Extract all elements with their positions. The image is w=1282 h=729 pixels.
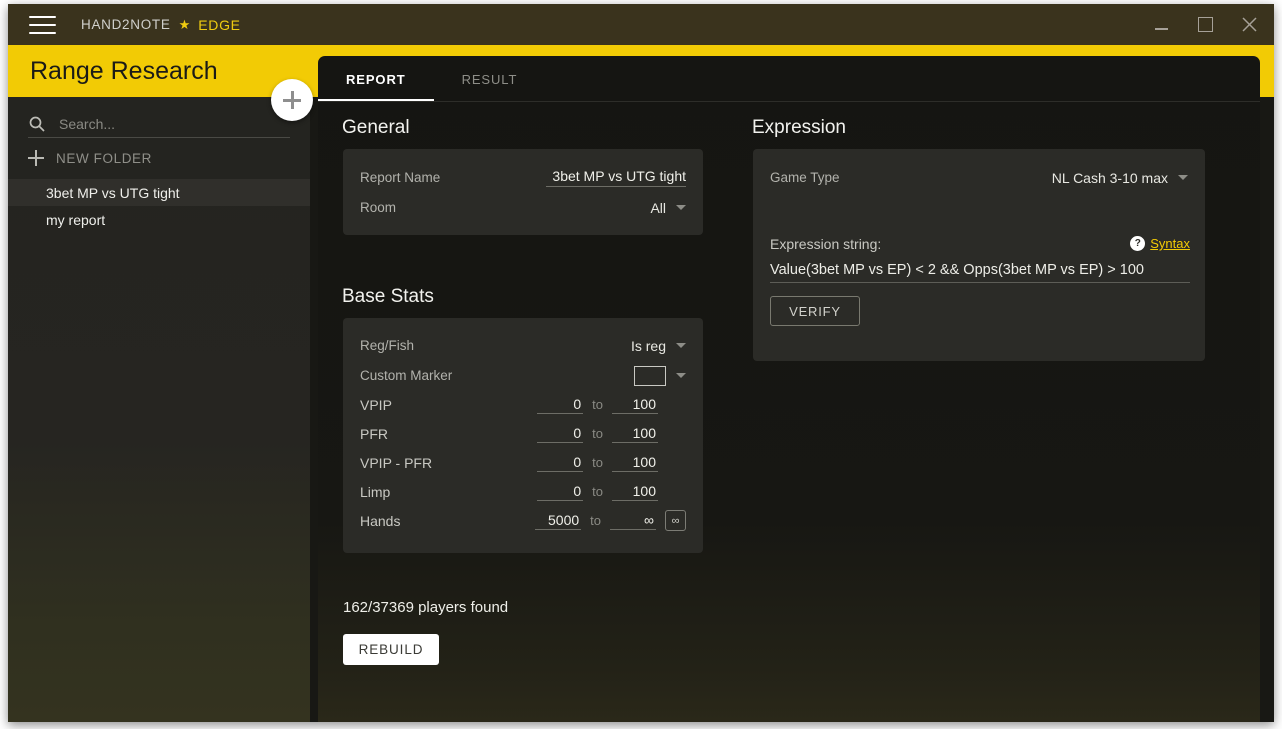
base-stats-section-title: Base Stats: [342, 286, 434, 307]
game-type-row[interactable]: Game Type NL Cash 3-10 max: [770, 163, 1188, 192]
brand-name: HAND2NOTE: [81, 17, 171, 32]
expression-string-row: Expression string: ? Syntax: [770, 229, 1190, 258]
vpip-min-input[interactable]: [537, 395, 584, 414]
limp-min-input[interactable]: [537, 482, 584, 501]
hands-max-input[interactable]: [610, 511, 656, 530]
pfr-label: PFR: [360, 425, 388, 442]
report-list: 3bet MP vs UTG tight my report: [8, 179, 310, 233]
tab-result-label: RESULT: [461, 71, 518, 87]
vpip-minus-pfr-max-input[interactable]: [612, 453, 658, 472]
vpip-minus-pfr-min-input[interactable]: [537, 453, 584, 472]
pfr-max-input[interactable]: [612, 424, 658, 443]
search-icon: [28, 115, 46, 133]
reg-fish-row[interactable]: Reg/Fish Is reg: [360, 331, 686, 360]
general-section: General: [342, 117, 410, 139]
close-icon[interactable]: [1230, 10, 1268, 40]
tab-bar: REPORT RESULT: [318, 56, 1260, 102]
expression-string-label: Expression string:: [770, 235, 882, 252]
star-icon: ★: [178, 17, 191, 32]
hamburger-line: [29, 32, 56, 34]
reg-fish-value: Is reg: [630, 337, 666, 354]
to-label: to: [592, 455, 603, 470]
color-swatch[interactable]: [634, 365, 666, 386]
report-name-input[interactable]: [546, 168, 686, 187]
to-label: to: [592, 426, 603, 441]
syntax-link[interactable]: Syntax: [1150, 236, 1190, 251]
vpip-label: VPIP: [360, 396, 392, 413]
report-item-label: 3bet MP vs UTG tight: [46, 184, 180, 201]
custom-marker-label: Custom Marker: [360, 368, 453, 383]
expression-input[interactable]: [770, 262, 1190, 283]
sidebar: NEW FOLDER 3bet MP vs UTG tight my repor…: [8, 97, 310, 722]
room-label: Room: [360, 200, 397, 215]
verify-button[interactable]: VERIFY: [770, 296, 860, 326]
add-report-button[interactable]: [271, 79, 313, 121]
list-item[interactable]: 3bet MP vs UTG tight: [8, 179, 310, 206]
report-name-label: Report Name: [360, 170, 441, 185]
tab-result[interactable]: RESULT: [434, 57, 546, 101]
vpip-minus-pfr-row: VPIP - PFR to: [360, 448, 686, 477]
hamburger-line: [29, 24, 56, 26]
chevron-down-icon[interactable]: [676, 205, 686, 210]
hands-min-input[interactable]: [535, 511, 582, 530]
reg-fish-label: Reg/Fish: [360, 338, 415, 353]
brand: HAND2NOTE ★ EDGE: [81, 4, 241, 45]
brand-edition: EDGE: [198, 16, 241, 33]
expression-input-wrap: [770, 261, 1190, 283]
report-item-label: my report: [46, 211, 106, 228]
to-label: to: [590, 513, 601, 528]
verify-button-wrap: VERIFY: [770, 296, 860, 326]
report-name-row: Report Name: [360, 163, 686, 192]
search-input[interactable]: [59, 116, 290, 132]
room-value: All: [650, 199, 666, 216]
hands-row: Hands to ∞: [360, 506, 686, 535]
new-folder-label: NEW FOLDER: [56, 150, 153, 166]
rebuild-button[interactable]: REBUILD: [343, 634, 439, 665]
page-title: Range Research: [30, 56, 218, 85]
custom-marker-row[interactable]: Custom Marker: [360, 361, 686, 390]
list-item[interactable]: my report: [8, 206, 310, 233]
application-window: HAND2NOTE ★ EDGE Range Research Search..…: [8, 4, 1274, 722]
hamburger-line: [29, 16, 56, 18]
general-section-title: General: [342, 117, 410, 138]
content-panel: REPORT RESULT General Report Name Room A…: [318, 56, 1260, 722]
chevron-down-icon[interactable]: [676, 343, 686, 348]
maximize-icon[interactable]: [1186, 10, 1224, 40]
to-label: to: [592, 484, 603, 499]
expression-card: Game Type NL Cash 3-10 max Expression st…: [753, 149, 1205, 361]
window-controls: [1142, 4, 1268, 45]
chevron-down-icon[interactable]: [676, 373, 686, 378]
game-type-value: NL Cash 3-10 max: [1051, 169, 1168, 186]
to-label: to: [592, 397, 603, 412]
plus-icon: [28, 150, 44, 166]
vpip-row: VPIP to: [360, 390, 686, 419]
title-bar: HAND2NOTE ★ EDGE: [8, 4, 1274, 45]
tab-report-label: REPORT: [346, 71, 406, 87]
pfr-row: PFR to: [360, 419, 686, 448]
limp-label: Limp: [360, 483, 391, 500]
chevron-down-icon[interactable]: [1178, 175, 1188, 180]
game-type-label: Game Type: [770, 170, 840, 185]
vpip-minus-pfr-label: VPIP - PFR: [360, 454, 433, 471]
hamburger-menu-icon[interactable]: [29, 16, 56, 34]
pfr-min-input[interactable]: [537, 424, 584, 443]
base-stats-card: Reg/Fish Is reg Custom Marker VPIP to PF…: [343, 318, 703, 553]
expression-section-title: Expression: [752, 117, 846, 138]
base-stats-section: Base Stats: [342, 286, 434, 308]
tab-report[interactable]: REPORT: [318, 57, 434, 101]
players-found-status: 162/37369 players found: [343, 599, 509, 616]
room-row[interactable]: Room All: [360, 193, 686, 222]
search-row: [28, 111, 290, 138]
help-icon[interactable]: ?: [1130, 236, 1146, 251]
expression-section: Expression: [752, 117, 846, 139]
vpip-max-input[interactable]: [612, 395, 658, 414]
general-card: Report Name Room All: [343, 149, 703, 235]
hands-label: Hands: [360, 512, 401, 529]
minimize-icon[interactable]: [1142, 10, 1180, 40]
limp-row: Limp to: [360, 477, 686, 506]
plus-icon: [283, 91, 301, 109]
limp-max-input[interactable]: [612, 482, 658, 501]
new-folder-button[interactable]: NEW FOLDER: [28, 144, 152, 172]
infinity-button[interactable]: ∞: [665, 510, 686, 531]
